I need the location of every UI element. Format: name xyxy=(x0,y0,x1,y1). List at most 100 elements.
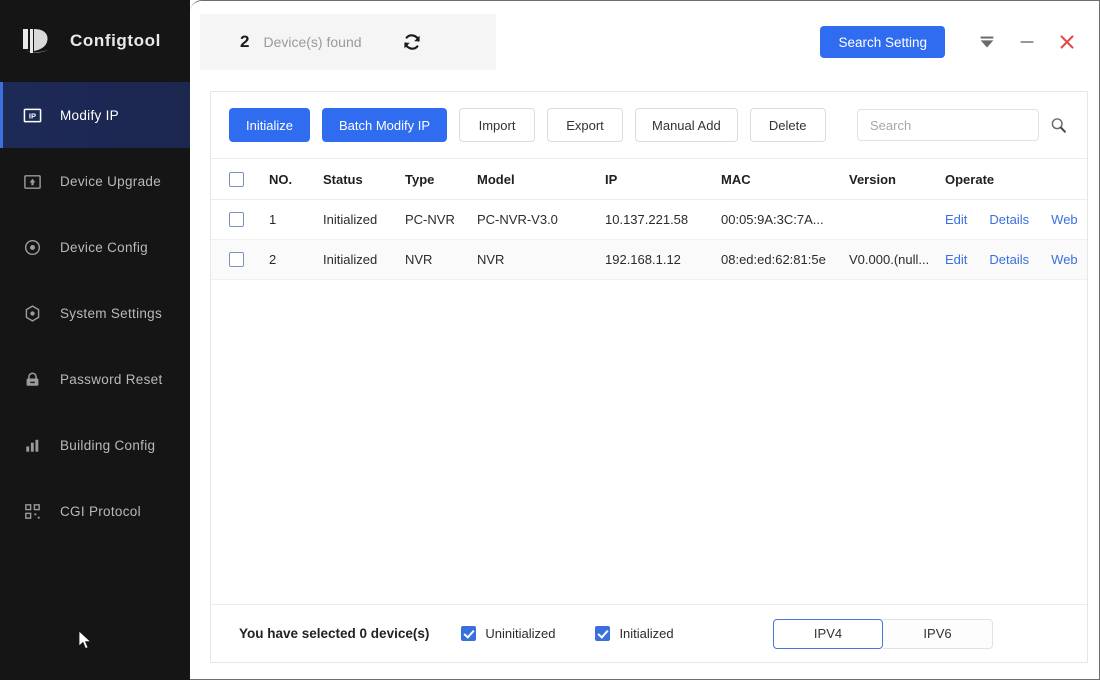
qr-grid-icon xyxy=(22,501,42,521)
minimize-to-tray-icon[interactable] xyxy=(967,22,1007,62)
configtool-window: Configtool IP Modify IP Device Upgrade D… xyxy=(0,0,1100,680)
details-link[interactable]: Details xyxy=(989,252,1029,267)
column-header-type: Type xyxy=(405,171,435,187)
sidebar-item-label: Device Upgrade xyxy=(60,173,162,189)
selected-devices-text: You have selected 0 device(s) xyxy=(239,626,430,641)
initialized-checkbox[interactable] xyxy=(595,626,611,641)
edit-link[interactable]: Edit xyxy=(945,252,967,267)
row-checkbox-cell xyxy=(229,252,269,267)
device-found-label: Device(s) found xyxy=(263,34,362,50)
cell-operate: Edit Details Web xyxy=(945,252,1078,267)
minimize-icon[interactable] xyxy=(1007,22,1047,62)
sidebar-item-device-upgrade[interactable]: Device Upgrade xyxy=(0,148,190,214)
table-row[interactable]: 1 Initialized PC-NVR PC-NVR-V3.0 10.137.… xyxy=(211,200,1087,240)
search-setting-button[interactable]: Search Setting xyxy=(820,26,945,58)
column-header-operate: Operate xyxy=(945,171,995,187)
dahua-logo-icon xyxy=(22,26,56,56)
column-header-ip: IP xyxy=(605,171,618,187)
refresh-icon[interactable] xyxy=(400,30,424,54)
ipv6-option[interactable]: IPV6 xyxy=(883,618,993,649)
uninitialized-label: Uninitialized xyxy=(485,626,556,641)
target-icon xyxy=(22,237,42,257)
device-table: NO. Status Type Model IP MAC Version Ope… xyxy=(211,158,1087,280)
search-input[interactable] xyxy=(857,109,1039,141)
sidebar-item-building-config[interactable]: Building Config xyxy=(0,412,190,478)
card-footer: You have selected 0 device(s) Uninitiali… xyxy=(211,604,1087,662)
web-link[interactable]: Web xyxy=(1051,252,1078,267)
sidebar-item-system-settings[interactable]: System Settings xyxy=(0,280,190,346)
select-all-checkbox[interactable] xyxy=(229,171,244,187)
ipv4-option[interactable]: IPV4 xyxy=(773,618,883,649)
bar-chart-icon xyxy=(22,435,42,455)
batch-modify-ip-button[interactable]: Batch Modify IP xyxy=(321,108,448,142)
cell-no: 1 xyxy=(269,212,277,227)
cell-type: NVR xyxy=(405,252,433,267)
cell-operate: Edit Details Web xyxy=(945,212,1078,227)
sidebar-item-modify-ip[interactable]: IP Modify IP xyxy=(0,82,190,148)
sidebar-item-label: Modify IP xyxy=(60,107,119,123)
cell-mac: 08:ed:ed:62:81:5e xyxy=(721,252,826,267)
details-link[interactable]: Details xyxy=(989,212,1029,227)
select-all-checkbox-cell xyxy=(229,171,269,187)
sidebar-item-label: Device Config xyxy=(60,239,148,255)
uninitialized-checkbox[interactable] xyxy=(461,626,477,641)
search-area xyxy=(857,109,1069,141)
edit-link[interactable]: Edit xyxy=(945,212,967,227)
device-found-count: 2 xyxy=(240,32,250,51)
cell-model: NVR xyxy=(477,252,505,267)
svg-text:IP: IP xyxy=(28,111,35,120)
initialized-label: Initialized xyxy=(619,626,674,641)
sidebar-item-label: CGI Protocol xyxy=(60,503,141,519)
sidebar: Configtool IP Modify IP Device Upgrade D… xyxy=(0,0,190,680)
cell-ip: 192.168.1.12 xyxy=(605,252,681,267)
filter-initialized[interactable]: Initialized xyxy=(595,626,674,641)
ip-version-toggle: IPV4 IPV6 xyxy=(773,618,993,649)
cell-status: Initialized xyxy=(323,212,378,227)
cell-no: 2 xyxy=(269,252,277,267)
sidebar-item-device-config[interactable]: Device Config xyxy=(0,214,190,280)
window-controls: Search Setting xyxy=(820,22,1087,62)
manual-add-button[interactable]: Manual Add xyxy=(635,108,738,142)
magnifier-icon[interactable] xyxy=(1047,114,1069,136)
cell-version: V0.000.(null... xyxy=(849,252,930,267)
cell-type: PC-NVR xyxy=(405,212,455,227)
table-header-row: NO. Status Type Model IP MAC Version Ope… xyxy=(211,158,1087,200)
export-button[interactable]: Export xyxy=(547,108,624,142)
mouse-cursor xyxy=(78,630,94,652)
row-checkbox[interactable] xyxy=(229,212,244,227)
column-header-status: Status xyxy=(323,171,363,187)
web-link[interactable]: Web xyxy=(1051,212,1078,227)
sidebar-item-cgi-protocol[interactable]: CGI Protocol xyxy=(0,478,190,544)
column-header-mac: MAC xyxy=(721,171,751,187)
toolbar: Initialize Batch Modify IP Import Export… xyxy=(211,92,1087,158)
upload-box-icon xyxy=(22,171,42,191)
sidebar-item-label: Password Reset xyxy=(60,371,163,387)
cell-ip: 10.137.221.58 xyxy=(605,212,689,227)
sidebar-item-password-reset[interactable]: Password Reset xyxy=(0,346,190,412)
cell-model: PC-NVR-V3.0 xyxy=(477,212,558,227)
import-button[interactable]: Import xyxy=(459,108,536,142)
device-found-panel: 2 Device(s) found xyxy=(200,14,496,70)
cell-status: Initialized xyxy=(323,252,378,267)
hex-gear-icon xyxy=(22,303,42,323)
filter-uninitialized[interactable]: Uninitialized xyxy=(461,626,555,641)
table-row[interactable]: 2 Initialized NVR NVR 192.168.1.12 08:ed… xyxy=(211,240,1087,280)
brand: Configtool xyxy=(0,0,190,82)
close-icon[interactable] xyxy=(1047,22,1087,62)
topbar: 2 Device(s) found Search Setting xyxy=(190,1,1099,83)
column-header-no: NO. xyxy=(269,171,293,187)
ip-box-icon: IP xyxy=(22,105,42,125)
delete-button[interactable]: Delete xyxy=(749,108,826,142)
device-list-card: Initialize Batch Modify IP Import Export… xyxy=(210,91,1088,663)
row-checkbox-cell xyxy=(229,212,269,227)
sidebar-item-label: Building Config xyxy=(60,437,156,453)
row-checkbox[interactable] xyxy=(229,252,244,267)
initialize-button[interactable]: Initialize xyxy=(229,108,310,142)
cell-mac: 00:05:9A:3C:7A... xyxy=(721,212,824,227)
brand-title: Configtool xyxy=(70,31,161,50)
main-window: 2 Device(s) found Search Setting Initial… xyxy=(190,0,1100,680)
column-header-version: Version xyxy=(849,171,896,187)
sidebar-item-label: System Settings xyxy=(60,305,163,321)
column-header-model: Model xyxy=(477,171,515,187)
lock-icon xyxy=(22,369,42,389)
